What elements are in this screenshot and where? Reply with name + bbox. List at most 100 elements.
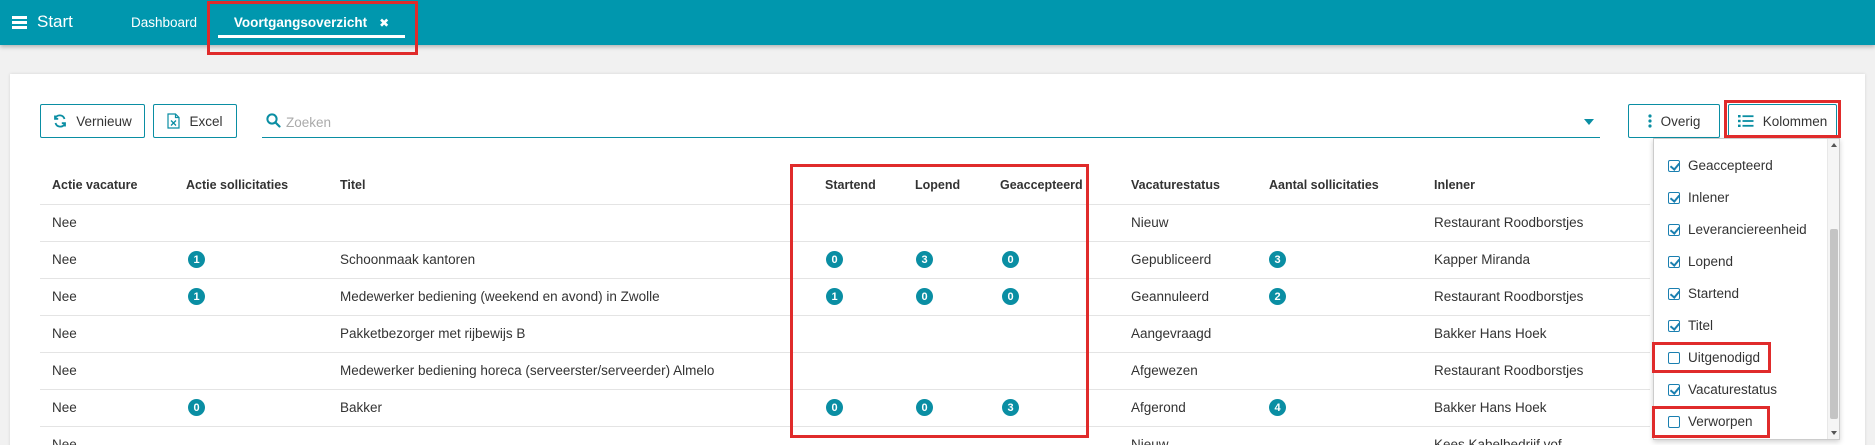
cell-vacaturestatus: Aangevraagd — [1131, 326, 1212, 341]
column-toggle-item[interactable]: Geaccepteerd — [1668, 158, 1773, 173]
column-toggle-item[interactable]: Inlener — [1668, 190, 1729, 205]
cell-inlener: Restaurant Roodborstjes — [1434, 289, 1584, 304]
row-divider — [40, 241, 1650, 242]
start-label: Start — [37, 12, 73, 31]
cell-actie-vacature: Nee — [52, 252, 77, 267]
column-toggle-label: Geaccepteerd — [1688, 158, 1773, 173]
cell-vacaturestatus: Afgerond — [1131, 400, 1186, 415]
start-menu-button[interactable]: Start — [12, 12, 73, 32]
count-badge-startend: 0 — [826, 399, 843, 416]
column-toggle-item[interactable]: Verworpen — [1668, 414, 1753, 429]
column-header-lopend[interactable]: Lopend — [915, 178, 960, 192]
cell-actie-vacature: Nee — [52, 215, 77, 230]
refresh-button[interactable]: Vernieuw — [40, 104, 145, 138]
row-divider — [40, 426, 1650, 427]
count-badge-lopend: 0 — [916, 399, 933, 416]
columns-button[interactable]: Kolommen — [1728, 104, 1837, 138]
count-badge-lopend: 3 — [916, 251, 933, 268]
columns-label: Kolommen — [1762, 113, 1828, 129]
search-input[interactable] — [286, 112, 1566, 132]
refresh-icon — [54, 114, 67, 128]
close-icon[interactable]: ✖ — [379, 16, 389, 30]
count-badge-actie-sollicitaties: 1 — [188, 251, 205, 268]
excel-button[interactable]: Excel — [153, 104, 237, 138]
cell-vacaturestatus: Gepubliceerd — [1131, 252, 1212, 267]
columns-dropdown: Geaccepteerd Inlener Leveranciereenheid Lop… — [1653, 138, 1840, 440]
checkbox-checked-icon[interactable] — [1668, 191, 1680, 204]
cell-titel: Schoonmaak kantoren — [340, 252, 476, 267]
column-toggle-item[interactable]: Startend — [1668, 286, 1739, 301]
cell-actie-vacature: Nee — [52, 400, 77, 415]
column-header-titel[interactable]: Titel — [340, 178, 365, 192]
checkbox-checked-icon[interactable] — [1668, 159, 1680, 172]
count-badge-startend: 0 — [826, 251, 843, 268]
row-divider — [40, 278, 1650, 279]
scroll-up-icon[interactable] — [1831, 143, 1837, 147]
count-badge-actie-sollicitaties: 0 — [188, 399, 205, 416]
count-badge-startend: 1 — [826, 288, 843, 305]
dropdown-scrollbar[interactable] — [1827, 139, 1839, 439]
tab-voortgangsoverzicht[interactable]: Voortgangsoverzicht ✖ — [218, 0, 405, 45]
column-toggle-item[interactable]: Leveranciereenheid — [1668, 222, 1807, 237]
search-icon — [266, 113, 281, 128]
count-badge-aantal-sollicitaties: 4 — [1269, 399, 1286, 416]
column-toggle-label: Inlener — [1688, 190, 1730, 205]
column-toggle-label: Leveranciereenheid — [1688, 222, 1807, 237]
checkbox-checked-icon[interactable] — [1668, 255, 1680, 268]
column-toggle-item[interactable]: Uitgenodigd — [1668, 350, 1760, 365]
other-label: Overig — [1660, 113, 1701, 129]
count-badge-geaccepteerd: 0 — [1002, 288, 1019, 305]
active-tab-indicator — [218, 35, 405, 38]
list-icon — [1737, 115, 1754, 127]
other-button[interactable]: Overig — [1628, 104, 1720, 138]
count-badge-actie-sollicitaties: 1 — [188, 288, 205, 305]
cell-vacaturestatus: Geannuleerd — [1131, 289, 1210, 304]
checkbox-checked-icon[interactable] — [1668, 383, 1680, 396]
column-header-startend[interactable]: Startend — [825, 178, 876, 192]
search-dropdown-caret-icon[interactable] — [1584, 119, 1594, 125]
cell-actie-vacature: Nee — [52, 437, 77, 445]
column-toggle-label: Startend — [1688, 286, 1740, 301]
column-toggle-label: Vacaturestatus — [1688, 382, 1778, 397]
row-divider — [40, 389, 1650, 390]
cell-titel: Medewerker bediening horeca (serveerster… — [340, 363, 715, 378]
column-header-geaccepteerd[interactable]: Geaccepteerd — [1000, 178, 1083, 192]
checkbox-unchecked-icon[interactable] — [1668, 415, 1680, 428]
tab-voortgangsoverzicht-label: Voortgangsoverzicht — [233, 15, 368, 30]
cell-inlener: Restaurant Roodborstjes — [1434, 215, 1584, 230]
count-badge-geaccepteerd: 0 — [1002, 251, 1019, 268]
column-toggle-label: Lopend — [1688, 254, 1734, 269]
count-badge-aantal-sollicitaties: 2 — [1269, 288, 1286, 305]
column-toggle-item[interactable]: Vacaturestatus — [1668, 382, 1777, 397]
scroll-down-icon[interactable] — [1831, 431, 1837, 435]
excel-file-icon — [167, 113, 181, 129]
column-header-actie-vacature[interactable]: Actie vacature — [52, 178, 137, 192]
column-header-inlener[interactable]: Inlener — [1434, 178, 1475, 192]
search-bar — [262, 106, 1600, 138]
cell-vacaturestatus: Afgewezen — [1131, 363, 1198, 378]
cell-inlener: Kees Kabelbedrijf vof — [1434, 437, 1562, 445]
checkbox-checked-icon[interactable] — [1668, 319, 1680, 332]
checkbox-unchecked-icon[interactable] — [1668, 351, 1680, 364]
checkbox-checked-icon[interactable] — [1668, 223, 1680, 236]
column-toggle-label: Verworpen — [1688, 414, 1753, 429]
count-badge-geaccepteerd: 3 — [1002, 399, 1019, 416]
row-divider — [40, 352, 1650, 353]
hamburger-icon — [12, 16, 27, 29]
cell-inlener: Bakker Hans Hoek — [1434, 326, 1547, 341]
cell-actie-vacature: Nee — [52, 289, 77, 304]
tab-dashboard[interactable]: Dashboard — [131, 0, 197, 45]
column-toggle-label: Uitgenodigd — [1688, 350, 1761, 365]
column-header-aantal-sollicitaties[interactable]: Aantal sollicitaties — [1269, 178, 1379, 192]
refresh-label: Vernieuw — [76, 113, 132, 129]
tab-dashboard-label: Dashboard — [131, 15, 198, 30]
count-badge-lopend: 0 — [916, 288, 933, 305]
column-header-vacaturestatus[interactable]: Vacaturestatus — [1131, 178, 1220, 192]
checkbox-checked-icon[interactable] — [1668, 287, 1680, 300]
column-toggle-item[interactable]: Titel — [1668, 318, 1713, 333]
scrollbar-thumb[interactable] — [1830, 229, 1838, 419]
table-header-divider — [40, 204, 1650, 205]
cell-titel: Pakketbezorger met rijbewijs B — [340, 326, 526, 341]
column-header-actie-sollicitaties[interactable]: Actie sollicitaties — [186, 178, 288, 192]
column-toggle-item[interactable]: Lopend — [1668, 254, 1733, 269]
